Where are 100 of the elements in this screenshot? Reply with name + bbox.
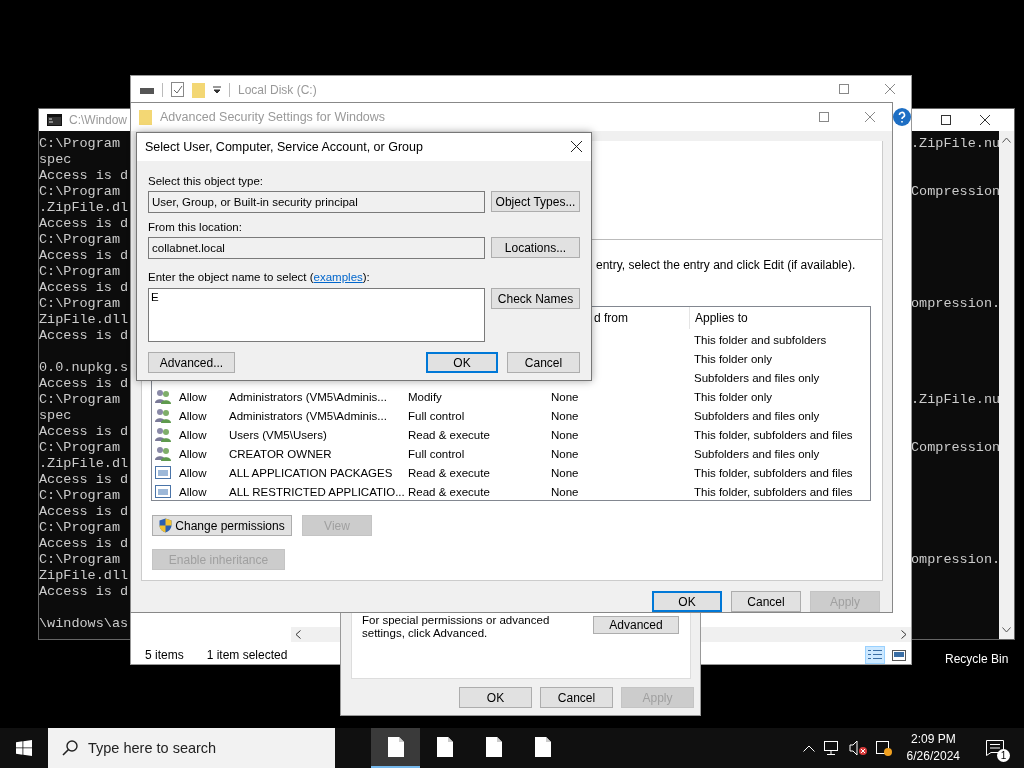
close-icon[interactable] bbox=[980, 115, 990, 125]
details-view-button[interactable] bbox=[865, 646, 885, 664]
search-field[interactable]: Type here to search bbox=[48, 728, 335, 768]
help-icon[interactable] bbox=[893, 108, 911, 126]
console-line: Access is d bbox=[39, 376, 130, 392]
network-icon[interactable] bbox=[822, 740, 841, 756]
check-names-button[interactable]: Check Names bbox=[491, 288, 580, 309]
console-line: Access is d bbox=[39, 536, 130, 552]
drive-icon[interactable] bbox=[140, 85, 154, 94]
table-cell: ALL RESTRICTED APPLICATIO... bbox=[229, 485, 405, 498]
table-cell: Allow bbox=[179, 485, 207, 498]
dialog-button[interactable]: OK bbox=[426, 352, 498, 373]
muted-speaker-icon[interactable] bbox=[848, 740, 867, 756]
location-field[interactable]: collabnet.local bbox=[148, 237, 485, 259]
time-text: 2:09 PM bbox=[910, 731, 956, 748]
date-text: 6/26/2024 bbox=[906, 748, 960, 765]
table-cell: This folder only bbox=[694, 352, 772, 365]
table-cell: Subfolders and files only bbox=[694, 371, 820, 384]
console-line: C:\Program bbox=[39, 296, 121, 312]
dialog-button[interactable]: OK bbox=[652, 591, 722, 612]
field-label: Enter the object name to select (examples): bbox=[148, 270, 370, 285]
console-line: spec bbox=[39, 408, 73, 424]
console-line: Access is d bbox=[39, 248, 130, 264]
console-line: Compression bbox=[911, 184, 1001, 200]
console-line: C:\Program bbox=[39, 232, 121, 248]
scrollbar[interactable] bbox=[999, 131, 1014, 639]
console-line: Access is d bbox=[39, 216, 130, 232]
table-cell: None bbox=[551, 428, 579, 441]
search-icon bbox=[62, 740, 78, 756]
console-line: 0.0.nupkg.s bbox=[39, 360, 130, 376]
scroll-left-icon[interactable] bbox=[295, 630, 301, 639]
dialog-button[interactable]: Advanced... bbox=[148, 352, 235, 373]
chevron-up-icon[interactable] bbox=[802, 744, 815, 752]
table-cell: This folder and subfolders bbox=[694, 333, 827, 346]
column-header[interactable]: Applies to bbox=[689, 307, 875, 329]
table-cell: None bbox=[551, 485, 579, 498]
clock[interactable]: 2:09 PM 6/26/2024 bbox=[906, 731, 960, 765]
console-line: Access is d bbox=[39, 280, 130, 296]
users-icon bbox=[155, 446, 171, 461]
package-icon bbox=[155, 465, 171, 480]
table-cell: Allow bbox=[179, 447, 207, 460]
table-cell: Full control bbox=[408, 409, 465, 422]
desktop-icon-label[interactable]: Recycle Bin bbox=[945, 652, 1009, 666]
item-count: 5 items bbox=[145, 648, 184, 662]
dialog-button[interactable]: Cancel bbox=[540, 687, 613, 708]
scroll-down-icon[interactable] bbox=[1002, 627, 1011, 633]
column-header[interactable]: d from bbox=[594, 311, 628, 325]
console-line: Access is d bbox=[39, 472, 130, 488]
table-cell: Allow bbox=[179, 428, 207, 441]
table-cell: Allow bbox=[179, 390, 207, 403]
console-line: Access is d bbox=[39, 168, 130, 184]
console-line: ompression. bbox=[911, 552, 1001, 568]
console-line: C:\Program bbox=[39, 184, 121, 200]
examples-link[interactable]: examples bbox=[313, 271, 363, 283]
object-type-field[interactable]: User, Group, or Built-in security principal bbox=[148, 191, 485, 213]
action-button[interactable]: Change permissions bbox=[152, 515, 292, 536]
folder-icon bbox=[139, 109, 152, 125]
console-line: .ZipFile.nu bbox=[911, 392, 1001, 408]
table-cell: This folder, subfolders and files bbox=[694, 428, 853, 441]
users-icon bbox=[155, 389, 171, 404]
advanced-button[interactable]: Advanced bbox=[593, 616, 679, 634]
taskbar-app[interactable] bbox=[371, 728, 420, 768]
console-line: Access is d bbox=[39, 584, 130, 600]
properties-icon[interactable] bbox=[171, 82, 184, 97]
table-cell: Users (VM5\Users) bbox=[229, 428, 327, 441]
object-name-field[interactable]: E bbox=[148, 288, 485, 342]
windows-logo-icon bbox=[16, 740, 32, 756]
console-line: Access is d bbox=[39, 504, 130, 520]
dialog-button[interactable]: OK bbox=[459, 687, 532, 708]
scroll-right-icon[interactable] bbox=[901, 630, 907, 639]
users-icon bbox=[155, 427, 171, 442]
console-line: .ZipFile.dl bbox=[39, 200, 130, 216]
console-icon bbox=[47, 114, 62, 126]
scroll-up-icon[interactable] bbox=[1002, 137, 1011, 143]
table-cell: Subfolders and files only bbox=[694, 447, 820, 460]
users-icon bbox=[155, 408, 171, 423]
console-line: C:\Program bbox=[39, 520, 121, 536]
console-line: C:\Program bbox=[39, 440, 121, 456]
console-line: Access is d bbox=[39, 328, 130, 344]
console-line: spec bbox=[39, 152, 73, 168]
dropdown-icon[interactable] bbox=[213, 85, 221, 94]
console-line: ZipFile.dll bbox=[39, 568, 130, 584]
table-cell: CREATOR OWNER bbox=[229, 447, 332, 460]
object-types-button[interactable]: Object Types... bbox=[491, 191, 580, 212]
console-line: Access is d bbox=[39, 424, 130, 440]
locations-button[interactable]: Locations... bbox=[491, 237, 580, 258]
close-icon[interactable] bbox=[571, 141, 582, 152]
console-line: C:\Program bbox=[39, 552, 121, 568]
console-line: ompression. bbox=[911, 296, 1001, 312]
document-icon bbox=[436, 737, 453, 757]
dialog-button[interactable]: Cancel bbox=[731, 591, 801, 612]
console-line: ZipFile.dll bbox=[39, 312, 130, 328]
alert-icon[interactable] bbox=[874, 740, 893, 756]
maximize-icon[interactable] bbox=[941, 115, 951, 125]
document-icon bbox=[534, 737, 551, 757]
notifications-button[interactable]: 1 bbox=[978, 728, 1012, 768]
window-title: Local Disk (C:) bbox=[238, 82, 317, 97]
console-line: \windows\as bbox=[39, 616, 130, 632]
dialog-button[interactable]: Cancel bbox=[507, 352, 580, 373]
table-cell: None bbox=[551, 409, 579, 422]
